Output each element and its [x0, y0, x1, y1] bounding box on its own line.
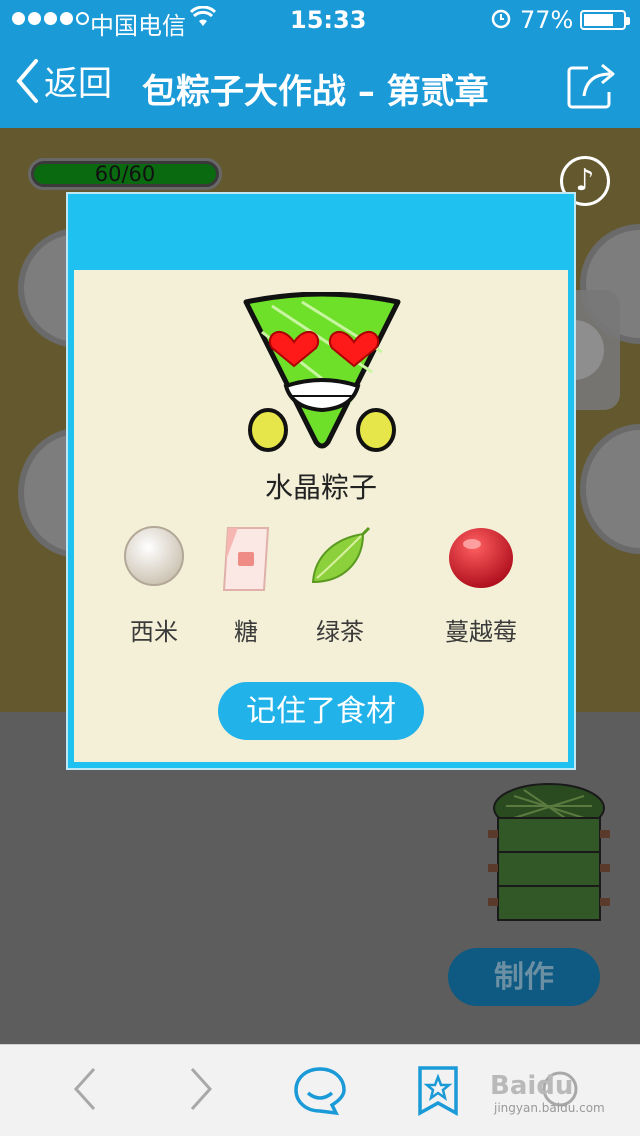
green-tea-leaf-icon [311, 526, 371, 584]
sugar-packet-icon [222, 527, 270, 591]
ingredient-label: 西米 [130, 618, 178, 646]
page-title: 包粽子大作战 – 第贰章 [142, 72, 489, 112]
share-icon [567, 63, 615, 109]
ingredient-item: 绿茶 [304, 524, 376, 646]
bamboo-steamer-icon [488, 783, 610, 921]
carrier-name: 中国电信 [90, 12, 186, 40]
forward-arrow-icon[interactable] [186, 1065, 216, 1113]
bottom-toolbar: Baidu jingyan.baidu.com [0, 1044, 640, 1136]
cranberry-icon [449, 528, 513, 588]
recipe-panel: 水晶粽子 西米 糖 绿茶 蔓越莓 记住了食材 [74, 270, 568, 762]
health-bar: 60/60 [28, 158, 222, 190]
signal-strength-icon [12, 12, 89, 25]
ingredient-item: 糖 [210, 524, 282, 646]
ingredient-label: 绿茶 [316, 618, 364, 646]
ingredient-item: 西米 [118, 524, 190, 646]
baidu-watermark-site: jingyan.baidu.com [494, 1101, 605, 1115]
crystal-zongzi-mascot-icon [243, 292, 401, 452]
make-button[interactable]: 制作 [448, 948, 600, 1006]
back-button[interactable]: 返回 [14, 56, 112, 105]
ingredient-item: 蔓越莓 [436, 524, 526, 646]
zongzi-name: 水晶粽子 [264, 471, 377, 504]
ingredient-label: 蔓越莓 [445, 618, 517, 646]
chat-icon[interactable] [292, 1065, 348, 1117]
baidu-watermark-logo: Baidu [490, 1071, 574, 1101]
wifi-icon [189, 5, 217, 34]
battery-icon [580, 10, 630, 30]
alarm-icon [490, 7, 512, 35]
sago-ball-icon [124, 526, 184, 586]
chevron-left-icon [16, 58, 38, 103]
health-text: 60/60 [94, 162, 156, 186]
status-bar: 中国电信 15:33 77% [0, 0, 640, 40]
nav-bar: 返回 包粽子大作战 – 第贰章 [0, 40, 640, 128]
bookmark-star-icon[interactable] [416, 1065, 460, 1117]
share-button[interactable] [566, 60, 618, 114]
music-note-icon: ♪ [575, 163, 595, 198]
clock: 15:33 [290, 6, 367, 34]
recipe-dialog: 水晶粽子 西米 糖 绿茶 蔓越莓 记住了食材 [68, 194, 574, 768]
back-arrow-icon[interactable] [70, 1065, 100, 1113]
remember-ingredients-button[interactable]: 记住了食材 [218, 682, 424, 740]
battery-percent: 77% [520, 6, 574, 34]
ingredient-label: 糖 [234, 618, 258, 646]
back-label: 返回 [44, 64, 112, 104]
